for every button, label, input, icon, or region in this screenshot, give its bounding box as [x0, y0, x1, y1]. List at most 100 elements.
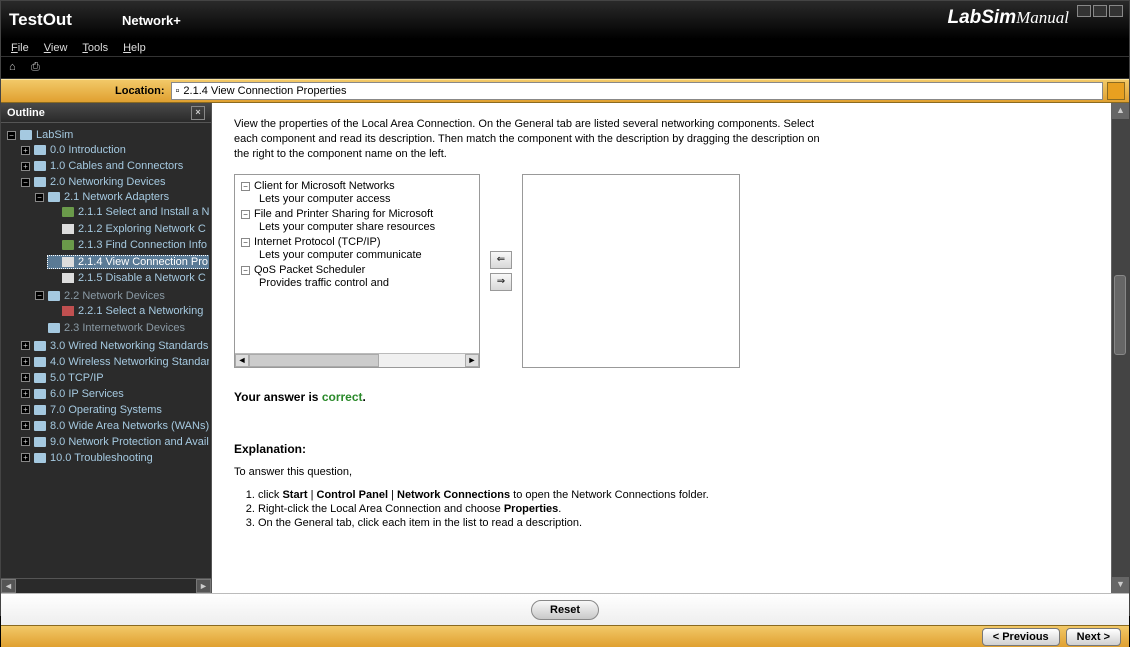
match-item[interactable]: −Internet Protocol (TCP/IP)Lets your com… [241, 235, 473, 263]
location-go-button[interactable] [1107, 82, 1125, 100]
expand-toggle-icon[interactable]: − [35, 291, 44, 300]
app-window: TestOut Network+ LabSimManual File View … [0, 0, 1130, 616]
expand-toggle-icon[interactable]: + [21, 357, 30, 366]
scroll-left-icon[interactable]: ◄ [235, 354, 249, 367]
tree-node[interactable]: +10.0 Troubleshooting [19, 451, 155, 465]
menu-view[interactable]: View [44, 42, 68, 54]
scroll-down-icon[interactable]: ▼ [1112, 577, 1129, 593]
match-item[interactable]: −QoS Packet SchedulerProvides traffic co… [241, 263, 473, 291]
previous-button[interactable]: < Previous [982, 628, 1060, 646]
titlebar: TestOut Network+ LabSimManual [1, 1, 1129, 39]
tree-node[interactable]: +5.0 TCP/IP [19, 371, 106, 385]
minimize-button[interactable] [1077, 5, 1091, 17]
home-icon[interactable]: ⌂ [9, 61, 23, 75]
folder-icon [34, 145, 46, 155]
expand-toggle-icon[interactable]: − [35, 193, 44, 202]
match-h-scroll[interactable]: ◄ ► [235, 353, 479, 367]
scroll-right-icon[interactable]: ► [196, 579, 211, 593]
expand-toggle-icon[interactable]: + [21, 453, 30, 462]
tree-label: 2.1.3 Find Connection Info [78, 239, 207, 251]
expand-toggle-icon[interactable]: − [21, 178, 30, 187]
expand-toggle-icon[interactable]: − [7, 131, 16, 140]
print-icon[interactable]: ⎙ [31, 61, 45, 75]
match-item[interactable]: −File and Printer Sharing for MicrosoftL… [241, 207, 473, 235]
menu-file[interactable]: File [11, 42, 29, 54]
tree-node[interactable]: 2.3 Internetwork Devices [33, 321, 187, 335]
tree-node[interactable]: +7.0 Operating Systems [19, 403, 164, 417]
expand-toggle-icon[interactable]: + [21, 146, 30, 155]
tree-node[interactable]: 2.2.1 Select a Networking [47, 304, 205, 318]
collapse-toggle-icon[interactable]: − [241, 182, 250, 191]
tree-label: 2.3 Internetwork Devices [64, 322, 185, 334]
scroll-up-icon[interactable]: ▲ [1112, 103, 1129, 119]
tree-node[interactable]: 2.1.5 Disable a Network C [47, 271, 208, 285]
instructions-text: View the properties of the Local Area Co… [234, 117, 834, 162]
expand-toggle-icon[interactable]: + [21, 421, 30, 430]
tree-node[interactable]: +0.0 Introduction [19, 143, 128, 157]
tree-node[interactable]: −2.0 Networking Devices [19, 175, 168, 189]
tree-node[interactable]: +9.0 Network Protection and Availa [19, 435, 209, 449]
move-right-button[interactable]: ⇒ [490, 273, 512, 291]
tree-node[interactable]: +1.0 Cables and Connectors [19, 159, 185, 173]
menu-help[interactable]: Help [123, 42, 146, 54]
folder-icon [34, 357, 46, 367]
sidebar-h-scroll[interactable]: ◄ ► [1, 578, 211, 593]
tree-root[interactable]: − LabSim [5, 128, 75, 142]
reset-button[interactable]: Reset [531, 600, 599, 620]
location-input[interactable]: ▫ 2.1.4 View Connection Properties [171, 82, 1104, 100]
move-left-button[interactable]: ⇐ [490, 251, 512, 269]
scroll-right-icon[interactable]: ► [465, 354, 479, 367]
maximize-button[interactable] [1093, 5, 1107, 17]
expand-toggle-icon[interactable]: + [21, 341, 30, 350]
course-title: Network+ [122, 13, 181, 28]
content-v-scroll[interactable]: ▲ ▼ [1111, 103, 1129, 593]
tree-node[interactable]: +6.0 IP Services [19, 387, 126, 401]
scroll-left-icon[interactable]: ◄ [1, 579, 16, 593]
outline-tree[interactable]: − LabSim +0.0 Introduction +1.0 Cables and … [1, 123, 211, 578]
tree-label: LabSim [36, 129, 73, 141]
outline-sidebar: Outline × −LabSim+0.0 Introduction+1.0 C… [1, 103, 212, 593]
tree-node[interactable]: −2.1 Network Adapters [33, 190, 171, 204]
close-button[interactable] [1109, 5, 1123, 17]
tree-node[interactable]: −2.2 Network Devices [33, 289, 167, 303]
move-buttons: ⇐ ⇒ [490, 251, 512, 291]
collapse-toggle-icon[interactable]: − [241, 266, 250, 275]
tree-node[interactable]: +3.0 Wired Networking Standards [19, 339, 209, 353]
expand-toggle-icon[interactable]: + [21, 405, 30, 414]
collapse-toggle-icon[interactable]: − [241, 238, 250, 247]
expand-toggle-icon[interactable]: + [21, 162, 30, 171]
match-desc[interactable]: Provides traffic control and [255, 276, 473, 290]
folder-icon [34, 453, 46, 463]
match-name: File and Printer Sharing for Microsoft [254, 208, 433, 220]
next-button[interactable]: Next > [1066, 628, 1121, 646]
tree-node[interactable]: 2.1.1 Select and Install a N [47, 205, 209, 219]
folder-icon [48, 323, 60, 333]
sidebar-close-icon[interactable]: × [191, 106, 205, 120]
tree-node[interactable]: 2.1.4 View Connection Pro [47, 255, 209, 269]
tree-label: 2.1.2 Exploring Network C [78, 223, 206, 235]
match-right-box[interactable] [522, 174, 740, 368]
match-desc[interactable]: Lets your computer access [255, 192, 473, 206]
tree-node[interactable]: +8.0 Wide Area Networks (WANs) [19, 419, 209, 433]
toolbar: ⌂ ⎙ [1, 57, 1129, 79]
tree-node[interactable]: +4.0 Wireless Networking Standar [19, 355, 209, 369]
folder-icon [48, 192, 60, 202]
expand-toggle-icon[interactable]: + [21, 389, 30, 398]
page-r-icon [62, 306, 74, 316]
match-left-box[interactable]: −Client for Microsoft NetworksLets your … [234, 174, 480, 368]
window-controls [1077, 5, 1123, 17]
match-tree[interactable]: −Client for Microsoft NetworksLets your … [241, 179, 473, 291]
menu-tools[interactable]: Tools [82, 42, 108, 54]
folder-icon [34, 341, 46, 351]
tree-node[interactable]: 2.1.2 Exploring Network C [47, 222, 208, 236]
scroll-thumb[interactable] [1114, 275, 1126, 355]
collapse-toggle-icon[interactable]: − [241, 210, 250, 219]
folder-icon [48, 291, 60, 301]
match-desc[interactable]: Lets your computer communicate [255, 248, 473, 262]
folder-icon [34, 161, 46, 171]
match-item[interactable]: −Client for Microsoft NetworksLets your … [241, 179, 473, 207]
tree-node[interactable]: 2.1.3 Find Connection Info [47, 238, 209, 252]
expand-toggle-icon[interactable]: + [21, 437, 30, 446]
expand-toggle-icon[interactable]: + [21, 373, 30, 382]
match-desc[interactable]: Lets your computer share resources [255, 220, 473, 234]
